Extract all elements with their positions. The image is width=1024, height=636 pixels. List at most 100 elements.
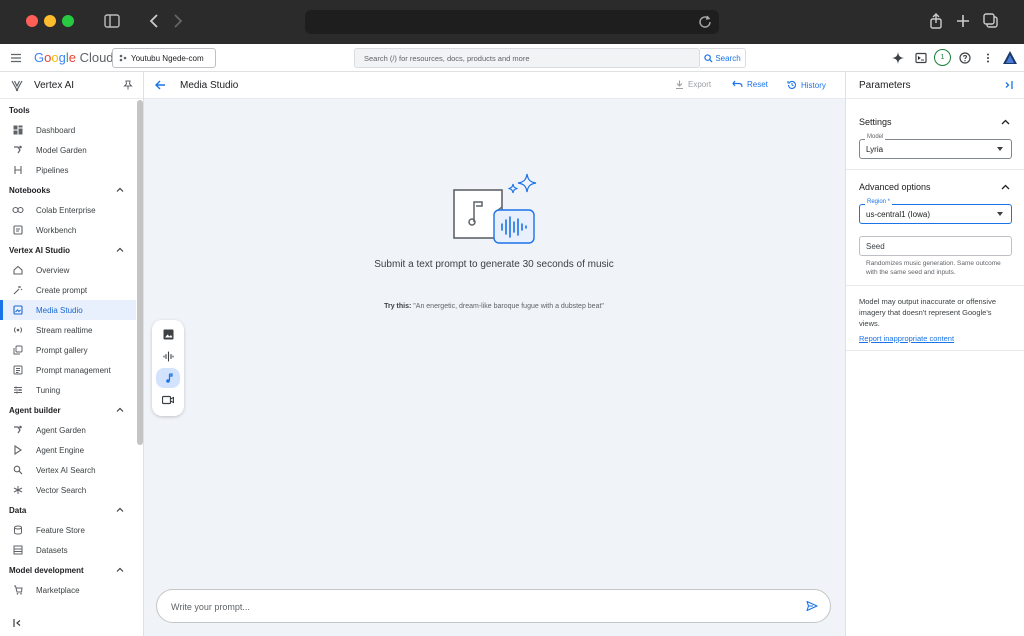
seed-input[interactable] bbox=[866, 241, 1006, 251]
parameters-header: Parameters bbox=[846, 72, 1024, 99]
sidebar-item-model-garden[interactable]: Model Garden bbox=[0, 140, 136, 160]
sidebar-item-workbench[interactable]: Workbench bbox=[0, 220, 136, 240]
media-mode-selector bbox=[152, 320, 184, 416]
console-header: Google Cloud Youtubu Ngede-com Search (/… bbox=[0, 44, 1024, 72]
feature-store-icon bbox=[12, 524, 24, 536]
region-select[interactable]: Region * us-central1 (Iowa) bbox=[859, 199, 1012, 224]
help-icon[interactable] bbox=[957, 50, 973, 66]
sidebar-item-agent-garden[interactable]: Agent Garden bbox=[0, 420, 136, 440]
chevron-up-icon[interactable] bbox=[116, 506, 124, 514]
sidebar-item-vector-search[interactable]: Vector Search bbox=[0, 480, 136, 500]
chevron-up-icon[interactable] bbox=[116, 186, 124, 194]
sidebar-item-pipelines[interactable]: Pipelines bbox=[0, 160, 136, 180]
search-icon bbox=[704, 53, 713, 63]
pin-icon[interactable] bbox=[123, 80, 133, 90]
pipelines-icon bbox=[12, 164, 24, 176]
account-avatar[interactable] bbox=[1002, 50, 1018, 66]
dropdown-caret-icon bbox=[997, 147, 1003, 151]
content-notice: Model may output inaccurate or offensive… bbox=[859, 297, 997, 328]
speech-mode-button[interactable] bbox=[156, 346, 180, 366]
datasets-icon bbox=[12, 544, 24, 556]
chevron-up-icon[interactable] bbox=[1001, 118, 1010, 127]
section-data[interactable]: Data bbox=[0, 500, 136, 520]
history-label: History bbox=[801, 80, 826, 90]
section-agent-builder[interactable]: Agent builder bbox=[0, 400, 136, 420]
advanced-options-title: Advanced options bbox=[859, 182, 931, 192]
sidebar-item-prompt-gallery[interactable]: Prompt gallery bbox=[0, 340, 136, 360]
chevron-up-icon[interactable] bbox=[116, 246, 124, 254]
prompt-composer bbox=[156, 589, 831, 623]
image-icon bbox=[163, 329, 173, 339]
sidebar-item-vertex-ai-search[interactable]: Vertex AI Search bbox=[0, 460, 136, 480]
seed-field[interactable] bbox=[859, 236, 1012, 256]
back-arrow-icon[interactable] bbox=[154, 79, 166, 91]
gemini-icon[interactable] bbox=[890, 50, 906, 66]
notifications-badge[interactable]: 1 bbox=[934, 49, 951, 66]
close-window-button[interactable] bbox=[26, 15, 38, 27]
reset-button[interactable]: Reset bbox=[732, 80, 768, 89]
sidebar-item-feature-store[interactable]: Feature Store bbox=[0, 520, 136, 540]
browser-back-icon[interactable] bbox=[146, 12, 164, 30]
sidebar-item-overview[interactable]: Overview bbox=[0, 260, 136, 280]
sidebar-item-datasets[interactable]: Datasets bbox=[0, 540, 136, 560]
video-mode-button[interactable] bbox=[156, 390, 180, 410]
try-this-suggestion[interactable]: Try this: "An energetic, dream-like baro… bbox=[374, 302, 614, 312]
sidebar-item-media-studio[interactable]: Media Studio bbox=[0, 300, 136, 320]
chevron-up-icon[interactable] bbox=[1001, 183, 1010, 192]
region-value: us-central1 (Iowa) bbox=[866, 209, 931, 219]
page-toolbar: Media Studio Export Reset History bbox=[144, 72, 845, 99]
chevron-up-icon[interactable] bbox=[116, 406, 124, 414]
browser-forward-icon[interactable] bbox=[168, 12, 186, 30]
music-mode-button[interactable] bbox=[156, 368, 180, 388]
maximize-window-button[interactable] bbox=[62, 15, 74, 27]
sidebar-scrollbar[interactable] bbox=[137, 100, 143, 445]
prompt-input[interactable] bbox=[171, 599, 771, 615]
divider bbox=[846, 350, 1024, 351]
share-icon[interactable] bbox=[927, 12, 945, 30]
sidebar: Vertex AI Tools Dashboard Model Garden P… bbox=[0, 72, 144, 636]
project-picker-button[interactable]: Youtubu Ngede-com bbox=[112, 48, 216, 68]
sidebar-item-colab-enterprise[interactable]: Colab Enterprise bbox=[0, 200, 136, 220]
chevron-up-icon[interactable] bbox=[116, 566, 124, 574]
sidebar-item-tuning[interactable]: Tuning bbox=[0, 380, 136, 400]
section-vertex-ai-studio[interactable]: Vertex AI Studio bbox=[0, 240, 136, 260]
send-icon[interactable] bbox=[806, 600, 818, 612]
sidebar-item-label: Datasets bbox=[36, 545, 68, 555]
section-model-development[interactable]: Model development bbox=[0, 560, 136, 580]
sidebar-item-label: Workbench bbox=[36, 225, 77, 235]
more-vert-icon[interactable] bbox=[980, 50, 996, 66]
sidebar-item-label: Media Studio bbox=[36, 305, 83, 315]
collapse-sidebar-icon[interactable] bbox=[12, 618, 22, 628]
sidebar-item-create-prompt[interactable]: Create prompt bbox=[0, 280, 136, 300]
history-button[interactable]: History bbox=[787, 80, 826, 90]
address-bar[interactable] bbox=[305, 10, 719, 34]
model-select[interactable]: Model Lyria bbox=[859, 134, 1012, 159]
sidebar-item-dashboard[interactable]: Dashboard bbox=[0, 120, 136, 140]
image-mode-button[interactable] bbox=[156, 324, 180, 344]
project-name: Youtubu Ngede-com bbox=[131, 53, 204, 63]
export-button[interactable]: Export bbox=[675, 80, 711, 89]
new-tab-icon[interactable] bbox=[954, 12, 972, 30]
sidebar-item-stream-realtime[interactable]: Stream realtime bbox=[0, 320, 136, 340]
sidebar-toggle-icon[interactable] bbox=[103, 12, 121, 30]
sidebar-item-label: Agent Garden bbox=[36, 425, 86, 435]
sidebar-item-prompt-management[interactable]: Prompt management bbox=[0, 360, 136, 380]
section-notebooks[interactable]: Notebooks bbox=[0, 180, 136, 200]
sidebar-item-marketplace[interactable]: Marketplace bbox=[0, 580, 136, 600]
collapse-panel-icon[interactable] bbox=[1004, 80, 1014, 90]
marketplace-icon bbox=[12, 584, 24, 596]
minimize-window-button[interactable] bbox=[44, 15, 56, 27]
sidebar-item-agent-engine[interactable]: Agent Engine bbox=[0, 440, 136, 460]
cloud-shell-icon[interactable] bbox=[913, 50, 929, 66]
divider bbox=[846, 169, 1024, 170]
search-input[interactable]: Search (/) for resources, docs, products… bbox=[354, 48, 700, 68]
sidebar-item-label: Colab Enterprise bbox=[36, 205, 96, 215]
report-content-link[interactable]: Report inappropriate content bbox=[859, 334, 954, 343]
reload-icon[interactable] bbox=[697, 14, 713, 30]
menu-icon[interactable] bbox=[10, 52, 22, 64]
search-button[interactable]: Search bbox=[700, 48, 746, 68]
google-cloud-logo[interactable]: Google Cloud bbox=[34, 50, 114, 65]
sidebar-item-label: Marketplace bbox=[36, 585, 80, 595]
dashboard-icon bbox=[12, 124, 24, 136]
tab-overview-icon[interactable] bbox=[982, 12, 1000, 30]
